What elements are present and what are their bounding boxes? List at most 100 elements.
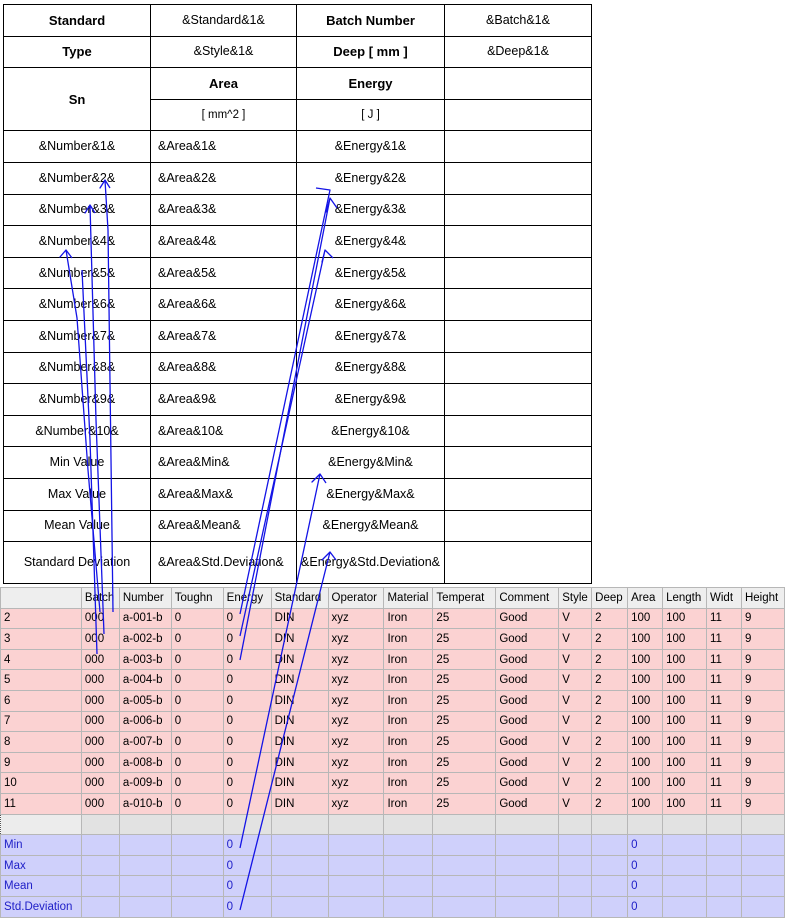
- grid-cell[interactable]: 000: [80, 731, 120, 753]
- grid-cell[interactable]: xyz: [327, 772, 385, 794]
- grid-column-header[interactable]: Operator: [327, 587, 385, 609]
- grid-cell[interactable]: 9: [740, 669, 785, 691]
- grid-cell[interactable]: 0: [170, 731, 224, 753]
- grid-cell[interactable]: Good: [495, 792, 560, 815]
- grid-cell[interactable]: 100: [627, 772, 664, 794]
- stats-cell[interactable]: [558, 834, 593, 856]
- grid-cell[interactable]: 9: [740, 689, 785, 712]
- grid-cell[interactable]: 11: [706, 648, 742, 671]
- grid-cell[interactable]: xyz: [327, 689, 385, 712]
- grid-column-header[interactable]: Energy: [222, 587, 272, 609]
- grid-cell[interactable]: Iron: [383, 607, 434, 630]
- stats-area-value[interactable]: 0: [627, 854, 664, 877]
- grid-cell[interactable]: 6: [0, 689, 82, 712]
- stats-cell[interactable]: [662, 875, 708, 897]
- grid-cell[interactable]: DIN: [270, 772, 329, 794]
- table-row[interactable]: 11 000 a-010-b 0 0 DIN xyz Iron 25 Good V 2 100 100 11…: [0, 792, 785, 815]
- grid-cell[interactable]: 100: [662, 669, 708, 691]
- blank-cell[interactable]: [495, 813, 560, 836]
- stats-row[interactable]: Min 0 0: [0, 834, 785, 856]
- stats-cell[interactable]: [740, 834, 785, 856]
- grid-cell[interactable]: 000: [80, 607, 120, 630]
- blank-cell[interactable]: [383, 813, 434, 836]
- grid-cell[interactable]: 100: [627, 628, 664, 650]
- grid-column-header[interactable]: [0, 587, 82, 609]
- stats-cell[interactable]: [170, 875, 224, 897]
- grid-cell[interactable]: Iron: [383, 648, 434, 671]
- grid-cell[interactable]: 000: [80, 669, 120, 691]
- stats-label[interactable]: Mean: [0, 875, 82, 897]
- stats-cell[interactable]: [383, 834, 434, 856]
- stats-cell[interactable]: [327, 895, 385, 918]
- grid-cell[interactable]: V: [558, 710, 593, 733]
- grid-cell[interactable]: DIN: [270, 607, 329, 630]
- grid-cell[interactable]: a-003-b: [118, 648, 172, 671]
- grid-cell[interactable]: 3: [0, 628, 82, 650]
- table-row[interactable]: 5 000 a-004-b 0 0 DIN xyz Iron 25 Good V 2 100 100 11 9: [0, 669, 785, 691]
- grid-column-header[interactable]: Area: [627, 587, 664, 609]
- grid-cell[interactable]: xyz: [327, 792, 385, 815]
- grid-cell[interactable]: Good: [495, 628, 560, 650]
- grid-cell[interactable]: 25: [432, 731, 497, 753]
- stats-cell[interactable]: [80, 875, 120, 897]
- grid-cell[interactable]: Good: [495, 648, 560, 671]
- stats-cell[interactable]: [383, 854, 434, 877]
- grid-cell[interactable]: 000: [80, 772, 120, 794]
- stats-area-value[interactable]: 0: [627, 895, 664, 918]
- grid-cell[interactable]: 9: [740, 710, 785, 733]
- grid-cell[interactable]: 9: [740, 792, 785, 815]
- grid-cell[interactable]: 2: [591, 731, 629, 753]
- stats-cell[interactable]: [432, 834, 497, 856]
- stats-cell[interactable]: [495, 854, 560, 877]
- blank-cell[interactable]: [118, 813, 172, 836]
- stats-cell[interactable]: [170, 895, 224, 918]
- grid-column-header[interactable]: Comment: [495, 587, 560, 609]
- grid-cell[interactable]: 9: [740, 607, 785, 630]
- grid-cell[interactable]: 100: [627, 648, 664, 671]
- grid-cell[interactable]: 9: [740, 772, 785, 794]
- grid-cell[interactable]: 100: [627, 689, 664, 712]
- stats-cell[interactable]: [270, 854, 329, 877]
- stats-cell[interactable]: [740, 895, 785, 918]
- grid-cell[interactable]: 11: [706, 792, 742, 815]
- grid-column-header[interactable]: Number: [118, 587, 172, 609]
- grid-cell[interactable]: Good: [495, 751, 560, 774]
- stats-cell[interactable]: [80, 895, 120, 918]
- grid-cell[interactable]: 25: [432, 751, 497, 774]
- grid-cell[interactable]: Iron: [383, 669, 434, 691]
- stats-cell[interactable]: [327, 854, 385, 877]
- grid-cell[interactable]: 100: [662, 792, 708, 815]
- stats-label[interactable]: Min: [0, 834, 82, 856]
- grid-cell[interactable]: DIN: [270, 792, 329, 815]
- grid-cell[interactable]: Iron: [383, 751, 434, 774]
- grid-cell[interactable]: 0: [170, 628, 224, 650]
- grid-cell[interactable]: a-006-b: [118, 710, 172, 733]
- stats-cell[interactable]: [118, 834, 172, 856]
- stats-row[interactable]: Mean 0 0: [0, 875, 785, 897]
- grid-cell[interactable]: 100: [627, 731, 664, 753]
- grid-cell[interactable]: a-001-b: [118, 607, 172, 630]
- data-grid[interactable]: Batch Number Toughn Energy Standard Operator M…: [0, 587, 785, 918]
- blank-cell[interactable]: [170, 813, 224, 836]
- grid-cell[interactable]: 5: [0, 669, 82, 691]
- grid-cell[interactable]: a-010-b: [118, 792, 172, 815]
- grid-cell[interactable]: 11: [706, 628, 742, 650]
- blank-cell[interactable]: [591, 813, 629, 836]
- grid-cell[interactable]: Iron: [383, 731, 434, 753]
- stats-energy-value[interactable]: 0: [222, 895, 272, 918]
- grid-cell[interactable]: 0: [222, 689, 272, 712]
- grid-cell[interactable]: 100: [662, 772, 708, 794]
- grid-cell[interactable]: 0: [222, 648, 272, 671]
- grid-cell[interactable]: V: [558, 792, 593, 815]
- grid-cell[interactable]: Good: [495, 710, 560, 733]
- stats-cell[interactable]: [270, 875, 329, 897]
- grid-cell[interactable]: Good: [495, 607, 560, 630]
- grid-cell[interactable]: a-007-b: [118, 731, 172, 753]
- stats-cell[interactable]: [327, 834, 385, 856]
- grid-cell[interactable]: 100: [662, 628, 708, 650]
- stats-cell[interactable]: [706, 854, 742, 877]
- stats-cell[interactable]: [740, 854, 785, 877]
- grid-column-header[interactable]: Batch: [80, 587, 120, 609]
- grid-cell[interactable]: xyz: [327, 607, 385, 630]
- grid-cell[interactable]: 25: [432, 710, 497, 733]
